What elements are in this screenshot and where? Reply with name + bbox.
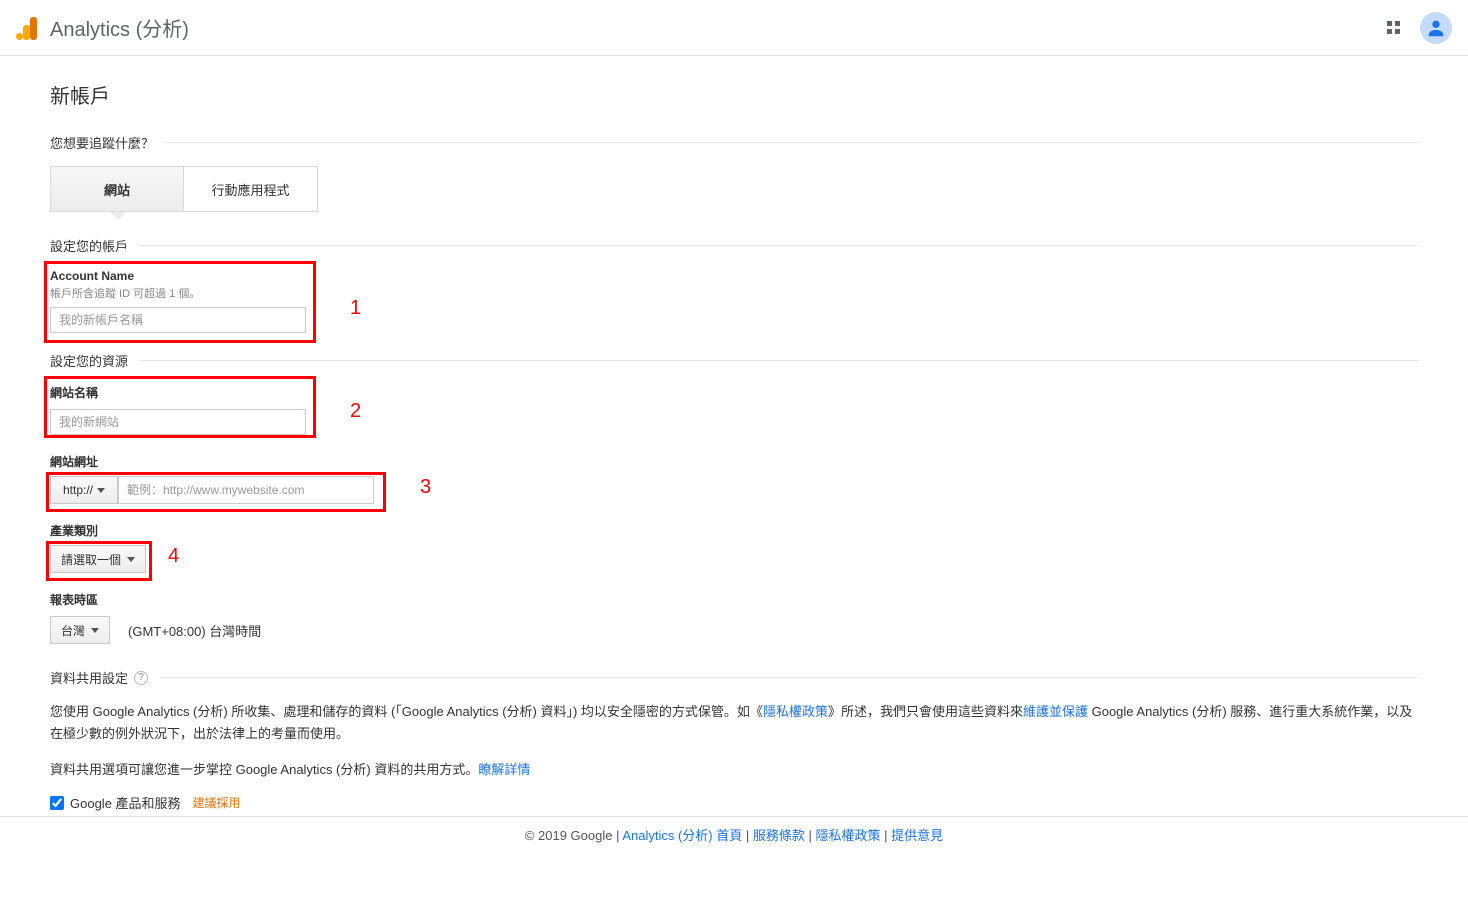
- apps-grid-icon[interactable]: [1383, 17, 1404, 38]
- timezone-value: (GMT+08:00) 台灣時間: [128, 621, 261, 640]
- analytics-logo-icon: [16, 16, 38, 40]
- user-avatar[interactable]: [1420, 12, 1452, 44]
- website-url-group: 網站網址 http:// 3: [50, 453, 1418, 504]
- website-url-input[interactable]: [118, 476, 374, 504]
- caret-down-icon: [97, 488, 105, 493]
- header-right: [1383, 12, 1452, 44]
- footer-home-link[interactable]: Analytics (分析) 首頁: [622, 828, 742, 843]
- timezone-country-select[interactable]: 台灣: [50, 616, 110, 644]
- caret-down-icon: [127, 557, 135, 562]
- tab-mobile-app[interactable]: 行動應用程式: [184, 166, 318, 212]
- google-products-checkbox-row: Google 產品和服務 建議採用: [50, 793, 1418, 812]
- privacy-policy-link[interactable]: 隱私權政策: [763, 704, 828, 719]
- footer-terms-link[interactable]: 服務條款: [753, 828, 805, 843]
- section-setup-account-label: 設定您的帳戶: [50, 236, 128, 255]
- industry-label: 產業類別: [50, 522, 1418, 539]
- account-name-group: Account Name 帳戶所含追蹤 ID 可超過 1 個。 1: [50, 269, 1418, 333]
- app-header: Analytics (分析): [0, 0, 1468, 56]
- caret-down-icon: [91, 628, 99, 633]
- annotation-2: 2: [350, 400, 361, 423]
- section-track-what-label: 您想要追蹤什麼？: [50, 133, 154, 152]
- section-setup-property: 設定您的資源: [50, 351, 1418, 370]
- data-sharing-intro-1: 您使用 Google Analytics (分析) 所收集、處理和儲存的資料 (…: [50, 701, 1418, 745]
- footer-feedback-link[interactable]: 提供意見: [891, 828, 943, 843]
- section-setup-account: 設定您的帳戶: [50, 236, 1418, 255]
- tab-website[interactable]: 網站: [50, 166, 184, 212]
- website-name-label: 網站名稱: [50, 384, 1418, 401]
- data-sharing-intro-2: 資料共用選項可讓您進一步掌控 Google Analytics (分析) 資料的…: [50, 759, 1418, 781]
- google-products-label: Google 產品和服務: [70, 793, 181, 812]
- section-data-sharing-label: 資料共用設定: [50, 668, 128, 687]
- industry-group: 產業類別 請選取一個 4: [50, 522, 1418, 573]
- annotation-3: 3: [420, 476, 431, 499]
- annotation-4: 4: [168, 545, 179, 568]
- tracking-type-tabs: 網站 行動應用程式: [50, 166, 1418, 212]
- learn-more-link[interactable]: 瞭解詳情: [478, 762, 530, 777]
- annotation-1: 1: [350, 297, 361, 320]
- footer-copyright: © 2019 Google |: [525, 828, 623, 843]
- section-setup-property-label: 設定您的資源: [50, 351, 128, 370]
- account-name-hint: 帳戶所含追蹤 ID 可超過 1 個。: [50, 285, 1418, 301]
- timezone-label: 報表時區: [50, 591, 1418, 608]
- website-name-group: 網站名稱 2: [50, 384, 1418, 435]
- app-title: Analytics (分析): [50, 13, 189, 42]
- recommend-tag: 建議採用: [193, 794, 241, 811]
- maintain-protect-link[interactable]: 維護並保護: [1023, 704, 1088, 719]
- help-icon[interactable]: ?: [134, 671, 148, 685]
- industry-value: 請選取一個: [61, 551, 121, 568]
- protocol-value: http://: [63, 483, 93, 497]
- person-icon: [1425, 17, 1447, 39]
- protocol-select[interactable]: http://: [50, 476, 118, 504]
- account-name-label: Account Name: [50, 269, 1418, 283]
- main-content: 新帳戶 您想要追蹤什麼？ 網站 行動應用程式 設定您的帳戶 Account Na…: [0, 56, 1468, 913]
- header-left: Analytics (分析): [16, 13, 189, 42]
- section-track-what: 您想要追蹤什麼？: [50, 133, 1418, 152]
- page-title: 新帳戶: [50, 80, 1418, 109]
- google-products-checkbox[interactable]: [50, 796, 64, 810]
- page-footer: © 2019 Google | Analytics (分析) 首頁 | 服務條款…: [0, 816, 1468, 852]
- website-url-label: 網站網址: [50, 453, 1418, 470]
- timezone-group: 報表時區 台灣 (GMT+08:00) 台灣時間: [50, 591, 1418, 644]
- section-data-sharing: 資料共用設定 ?: [50, 668, 1418, 687]
- website-name-input[interactable]: [50, 409, 306, 435]
- industry-select[interactable]: 請選取一個: [50, 545, 146, 573]
- account-name-input[interactable]: [50, 307, 306, 333]
- footer-privacy-link[interactable]: 隱私權政策: [816, 828, 881, 843]
- timezone-country-value: 台灣: [61, 622, 85, 639]
